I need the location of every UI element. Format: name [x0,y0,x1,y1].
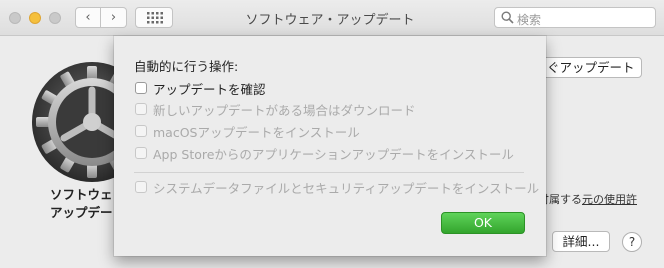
sheet-title: 自動的に行う操作: [134,59,239,74]
license-link[interactable]: 元の使用許 [582,193,637,206]
option-label: 新しいアップデートがある場合はダウンロード [153,102,416,118]
option-label: macOSアップデートをインストール [153,124,360,140]
help-button[interactable]: ? [622,232,642,252]
search-placeholder: 検索 [517,13,542,27]
checkbox [135,181,147,193]
automatic-updates-sheet: 自動的に行う操作: アップデートを確認 新しいアップデートがある場合はダウンロー… [114,36,546,256]
minimize-window-button[interactable] [29,12,41,24]
show-all-button[interactable] [135,7,173,28]
option-check-for-updates[interactable]: アップデートを確認 [135,79,266,97]
search-field[interactable]: 検索 [494,7,656,28]
option-install-app-updates: App Storeからのアプリケーションアップデートをインストール [135,144,514,162]
license-text: 付属する元の使用許 [538,191,637,207]
option-label: システムデータファイルとセキュリティアップデートをインストール [153,180,540,196]
ok-button[interactable]: OK [441,212,525,234]
checkbox [135,125,147,137]
search-icon [501,11,514,24]
details-button[interactable]: 詳細... [552,231,610,252]
separator [134,172,524,173]
chevron-right-icon: › [110,10,117,25]
checkbox [135,103,147,115]
close-window-button[interactable] [9,12,21,24]
option-install-macos-updates: macOSアップデートをインストール [135,122,360,140]
forward-button[interactable]: › [101,7,127,28]
window-titlebar: ‹ › ソフトウェア・アップデート 検索 [0,0,664,36]
back-button[interactable]: ‹ [75,7,101,28]
checkbox[interactable] [135,82,147,94]
option-label: App Storeからのアプリケーションアップデートをインストール [153,146,514,162]
zoom-window-button[interactable] [49,12,61,24]
checkbox [135,147,147,159]
option-install-system-security-updates: システムデータファイルとセキュリティアップデートをインストール [135,178,539,196]
option-download-updates: 新しいアップデートがある場合はダウンロード [135,100,416,118]
option-label: アップデートを確認 [153,81,266,97]
grid-icon [147,12,163,24]
window-title: ソフトウェア・アップデート [245,13,415,28]
chevron-left-icon: ‹ [85,10,91,25]
